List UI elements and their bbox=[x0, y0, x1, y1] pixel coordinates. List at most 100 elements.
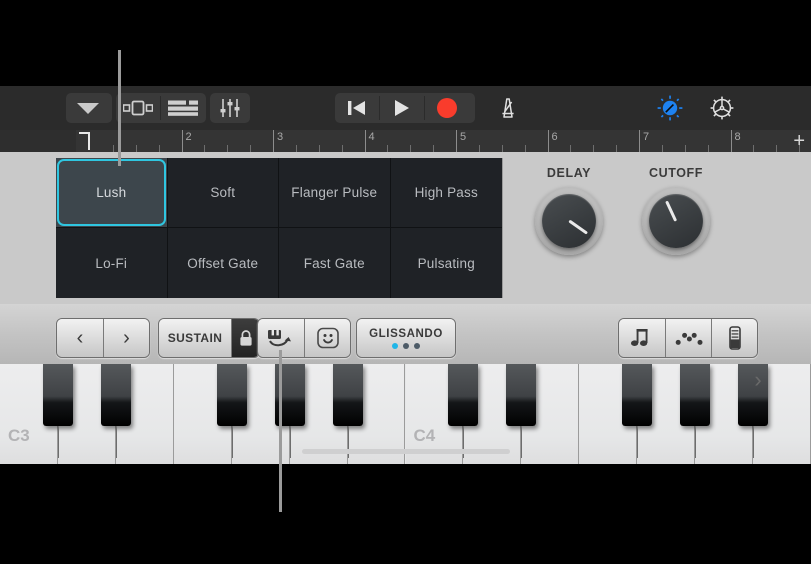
preset-label: Pulsating bbox=[417, 255, 475, 271]
arpeggiator-dots-icon bbox=[675, 332, 702, 345]
octave-up-button[interactable]: › bbox=[103, 319, 149, 357]
preset-cell[interactable]: Flanger Pulse bbox=[279, 158, 391, 228]
bar-number: 4 bbox=[368, 131, 375, 143]
note-value-button[interactable] bbox=[619, 319, 665, 357]
preset-grid: Lush Soft Flanger Pulse High Pass Lo-Fi Offse… bbox=[56, 158, 503, 298]
beat-tick bbox=[478, 145, 480, 152]
toolbar bbox=[0, 86, 811, 130]
preset-label: Fast Gate bbox=[303, 255, 365, 271]
navigation-dropdown-button[interactable] bbox=[66, 93, 112, 123]
black-key[interactable] bbox=[332, 364, 363, 458]
bar-number: 7 bbox=[643, 131, 650, 143]
bar-number: 2 bbox=[185, 131, 192, 143]
bar-number: 3 bbox=[277, 131, 284, 143]
preset-cell[interactable]: High Pass bbox=[390, 158, 502, 228]
list-view-button[interactable] bbox=[161, 93, 205, 123]
preset-label: High Pass bbox=[414, 185, 478, 200]
play-button[interactable] bbox=[380, 93, 424, 123]
black-key[interactable] bbox=[42, 364, 73, 458]
transport-controls bbox=[335, 93, 475, 123]
list-view-icon bbox=[168, 100, 198, 116]
mode-dot bbox=[403, 342, 409, 349]
delay-knob-control[interactable]: DELAY bbox=[521, 166, 617, 255]
beat-tick bbox=[387, 145, 389, 152]
sustain-control: SUSTAIN bbox=[158, 318, 260, 358]
metronome-button[interactable] bbox=[486, 93, 530, 123]
arpeggiator-face-button[interactable] bbox=[304, 319, 350, 357]
beat-tick bbox=[341, 145, 343, 152]
next-page-chevron-icon[interactable]: › bbox=[745, 365, 771, 395]
bar-tick bbox=[181, 130, 183, 152]
keyboard-mode-buttons bbox=[257, 318, 351, 358]
beat-tick bbox=[410, 145, 412, 152]
preset-cell[interactable]: Offset Gate bbox=[168, 228, 279, 298]
black-key[interactable] bbox=[680, 364, 711, 458]
playhead-marker[interactable] bbox=[79, 132, 90, 150]
triangle-down-icon[interactable] bbox=[66, 93, 110, 123]
track-view-icon bbox=[123, 100, 153, 116]
preset-cell[interactable]: Lo-Fi bbox=[56, 228, 168, 298]
beat-tick bbox=[684, 145, 686, 152]
fx-knob-icon bbox=[657, 95, 683, 121]
beat-tick bbox=[250, 145, 252, 152]
lock-icon bbox=[239, 329, 252, 346]
bar-tick bbox=[273, 130, 274, 152]
black-key[interactable] bbox=[506, 364, 537, 458]
beat-tick bbox=[295, 145, 297, 152]
bar-tick bbox=[364, 130, 366, 152]
metronome-icon bbox=[502, 98, 514, 118]
cutoff-knob[interactable] bbox=[642, 187, 710, 255]
preset-cell[interactable]: Pulsating bbox=[391, 228, 503, 298]
bar-number: 8 bbox=[734, 131, 741, 143]
preset-cell[interactable]: Soft bbox=[167, 158, 279, 228]
black-key[interactable] bbox=[622, 364, 653, 458]
mixer-button[interactable] bbox=[210, 93, 250, 123]
black-key[interactable] bbox=[216, 364, 247, 458]
vertical-fader-icon bbox=[728, 326, 741, 350]
fx-controls-button[interactable] bbox=[648, 93, 692, 123]
beat-tick bbox=[433, 145, 435, 152]
track-view-button[interactable] bbox=[116, 93, 160, 123]
play-icon bbox=[395, 100, 409, 116]
rewind-to-start-button[interactable] bbox=[335, 93, 379, 123]
beat-tick bbox=[501, 145, 503, 152]
preset-cell[interactable]: Fast Gate bbox=[279, 228, 391, 298]
black-key[interactable] bbox=[100, 364, 131, 458]
cutoff-knob-control[interactable]: CUTOFF bbox=[628, 166, 724, 255]
bar-number: 5 bbox=[460, 131, 467, 143]
delay-knob[interactable] bbox=[535, 187, 603, 255]
bar-tick bbox=[730, 130, 732, 152]
callout-line-keyboard bbox=[279, 350, 282, 512]
beat-tick bbox=[776, 145, 778, 152]
beat-tick bbox=[616, 145, 618, 152]
add-section-button[interactable]: + bbox=[793, 131, 805, 151]
piano-keyboard[interactable]: C3 C4 bbox=[0, 364, 811, 464]
glissando-label: GLISSANDO bbox=[369, 327, 443, 340]
record-icon bbox=[437, 98, 457, 118]
sustain-lock-button[interactable] bbox=[231, 319, 259, 357]
beat-tick bbox=[570, 145, 572, 152]
beat-tick bbox=[753, 145, 755, 152]
keyboard-scrollbar[interactable] bbox=[302, 449, 510, 454]
record-button[interactable] bbox=[425, 93, 469, 123]
beat-tick bbox=[158, 145, 160, 152]
smiley-face-icon bbox=[316, 327, 339, 349]
timeline-ruler[interactable]: 2 3 4 5 6 7 8 + bbox=[0, 130, 811, 152]
mixer-sliders-icon[interactable] bbox=[210, 93, 250, 123]
preset-label: Soft bbox=[210, 185, 236, 200]
black-key[interactable] bbox=[448, 364, 479, 458]
bar-tick bbox=[547, 130, 549, 152]
beat-tick bbox=[524, 145, 526, 152]
preset-label: Flanger Pulse bbox=[291, 185, 378, 200]
beat-tick bbox=[318, 145, 320, 152]
octave-down-button[interactable]: ‹ bbox=[57, 319, 103, 357]
settings-button[interactable] bbox=[700, 93, 744, 123]
beat-tick bbox=[204, 145, 206, 152]
view-toggle-group bbox=[116, 93, 206, 123]
preset-cell[interactable]: Lush bbox=[56, 158, 168, 228]
glissando-button[interactable]: GLISSANDO bbox=[357, 319, 455, 357]
keyboard-control-bar: ‹ › SUSTAIN GLISSANDO bbox=[0, 304, 811, 364]
arpeggiator-button[interactable] bbox=[665, 319, 711, 357]
sustain-button[interactable]: SUSTAIN bbox=[159, 319, 231, 357]
velocity-fader-button[interactable] bbox=[711, 319, 757, 357]
